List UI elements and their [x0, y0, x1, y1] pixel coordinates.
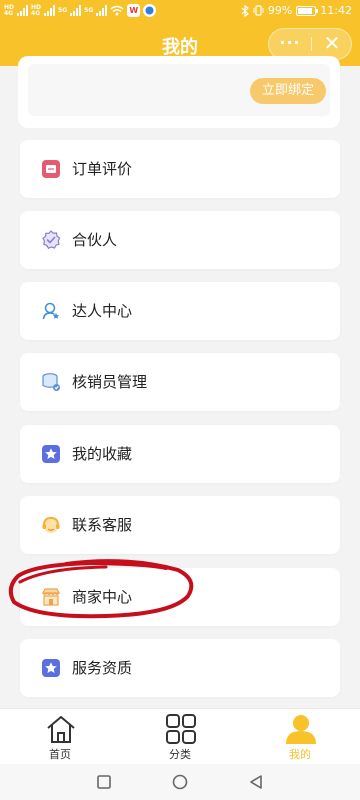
browser-notification-icon [143, 4, 157, 17]
menu-item-service-qualification[interactable]: 服务资质 [20, 639, 340, 697]
menu-item-label: 达人中心 [72, 302, 133, 320]
coins-stack-icon [42, 373, 60, 391]
vibrate-icon [253, 5, 264, 16]
menu-item-merchant-center[interactable]: 商家中心 [20, 568, 340, 626]
status-bar: HD 4G HD 4G 5G 5G W 99% 11:42 [0, 0, 360, 24]
menu-item-my-favorites[interactable]: 我的收藏 [20, 425, 340, 483]
shop-icon [42, 588, 60, 606]
grid-icon [166, 714, 196, 744]
signal-icon [70, 5, 82, 16]
network-tag: 4G [31, 9, 41, 17]
battery-icon [296, 5, 319, 16]
menu-item-label: 合伙人 [72, 231, 118, 249]
menu-item-order-review[interactable]: 订单评价 [20, 140, 340, 198]
network-tag: 5G [84, 6, 94, 14]
menu-item-label: 商家中心 [72, 588, 133, 606]
home-circle-icon[interactable] [171, 773, 189, 791]
bind-now-button[interactable]: 立即绑定 [250, 78, 326, 104]
tab-label: 我的 [289, 748, 311, 761]
review-icon [42, 160, 60, 178]
signal-icon [17, 5, 29, 16]
menu-item-label: 服务资质 [72, 659, 133, 677]
clock: 11:42 [320, 4, 352, 17]
network-tag: 5G [58, 6, 68, 14]
network-tag: 4G [4, 9, 14, 17]
star-icon [42, 445, 60, 463]
menu-item-label: 我的收藏 [72, 445, 133, 463]
more-button[interactable]: ··· [269, 29, 311, 59]
network-tag-group-2: HD 4G [31, 4, 41, 17]
home-icon [47, 716, 75, 743]
tab-label: 首页 [49, 748, 71, 761]
menu-item-expert-center[interactable]: 达人中心 [20, 282, 340, 340]
status-left-indicators: HD 4G HD 4G 5G 5G W [4, 4, 157, 17]
status-right-indicators: 99% 11:42 [241, 4, 352, 17]
recents-icon[interactable] [95, 773, 113, 791]
system-nav-bar [0, 764, 360, 800]
tab-category[interactable]: 分类 [140, 709, 220, 765]
expert-icon [42, 302, 59, 320]
menu-item-label: 订单评价 [72, 160, 133, 178]
tab-label: 分类 [169, 748, 191, 761]
menu-item-contact-support[interactable]: 联系客服 [20, 496, 340, 554]
menu-item-label: 联系客服 [72, 516, 133, 534]
wifi-icon [110, 5, 124, 16]
bluetooth-icon [241, 4, 249, 17]
headset-icon [42, 516, 60, 533]
star-icon [42, 659, 60, 677]
user-icon [286, 715, 316, 744]
bottom-tab-bar: 首页 分类 我的 [0, 708, 360, 764]
menu-item-label: 核销员管理 [72, 373, 148, 391]
badge-check-icon [42, 230, 61, 249]
tab-mine[interactable]: 我的 [260, 709, 340, 765]
menu-item-partner[interactable]: 合伙人 [20, 211, 340, 269]
signal-icon [44, 5, 56, 16]
signal-icon [96, 5, 108, 16]
close-button[interactable]: ✕ [311, 29, 353, 59]
back-icon[interactable] [247, 773, 265, 791]
network-tag-group-1: HD 4G [4, 4, 14, 17]
menu-item-verifier-management[interactable]: 核销员管理 [20, 353, 340, 411]
tab-home[interactable]: 首页 [20, 709, 100, 765]
battery-percent: 99% [267, 4, 293, 17]
app-notification-icon: W [127, 4, 141, 17]
